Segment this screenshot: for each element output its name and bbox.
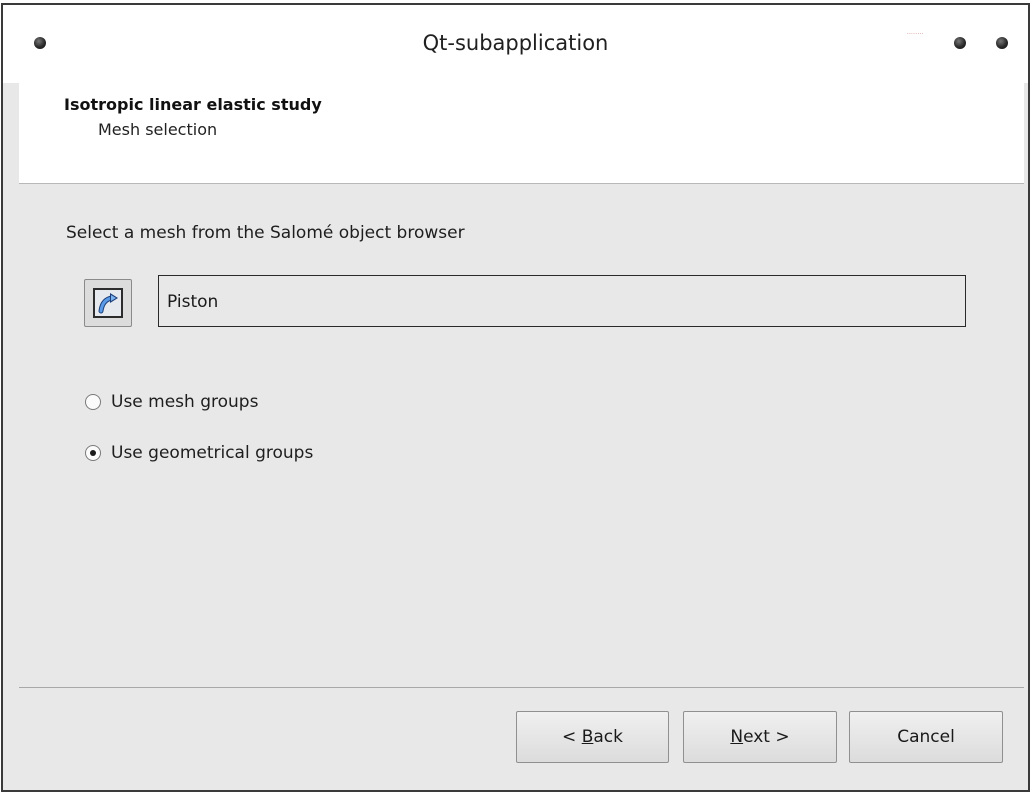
- wizard-page: Select a mesh from the Salomé object bro…: [19, 185, 1024, 790]
- select-arrow-icon: [93, 288, 123, 318]
- tray-label: ........: [907, 30, 924, 36]
- button-separator: [19, 687, 1024, 688]
- wizard-header: Isotropic linear elastic study Mesh sele…: [19, 83, 1024, 184]
- radio-use-mesh-groups[interactable]: Use mesh groups: [85, 391, 258, 413]
- mesh-name-field[interactable]: Piston: [158, 275, 966, 327]
- next-mnemonic: N: [730, 727, 744, 747]
- radio-button-checked[interactable]: [85, 445, 101, 461]
- radio-label: Use geometrical groups: [111, 443, 314, 463]
- window-title: Qt-subapplication: [422, 31, 609, 55]
- back-button[interactable]: < Back: [516, 711, 669, 763]
- close-icon[interactable]: [996, 37, 1008, 49]
- next-label: ext >: [743, 727, 790, 747]
- radio-button[interactable]: [85, 394, 101, 410]
- radio-label: Use mesh groups: [111, 392, 259, 412]
- minimize-icon[interactable]: [954, 37, 966, 49]
- back-label: ack: [593, 727, 623, 747]
- instruction-label: Select a mesh from the Salomé object bro…: [66, 223, 465, 243]
- title-bar[interactable]: Qt-subapplication ........: [3, 5, 1028, 83]
- back-prefix: <: [562, 727, 582, 747]
- next-button[interactable]: Next >: [683, 711, 837, 763]
- cancel-button[interactable]: Cancel: [849, 711, 1003, 763]
- radio-use-geometrical-groups[interactable]: Use geometrical groups: [85, 442, 313, 464]
- wizard-subtitle: Mesh selection: [98, 120, 218, 139]
- app-window: Qt-subapplication ........ Isotropic lin…: [1, 3, 1030, 792]
- back-mnemonic: B: [581, 727, 594, 747]
- wizard-title: Isotropic linear elastic study: [64, 95, 322, 114]
- select-mesh-button[interactable]: [84, 279, 132, 327]
